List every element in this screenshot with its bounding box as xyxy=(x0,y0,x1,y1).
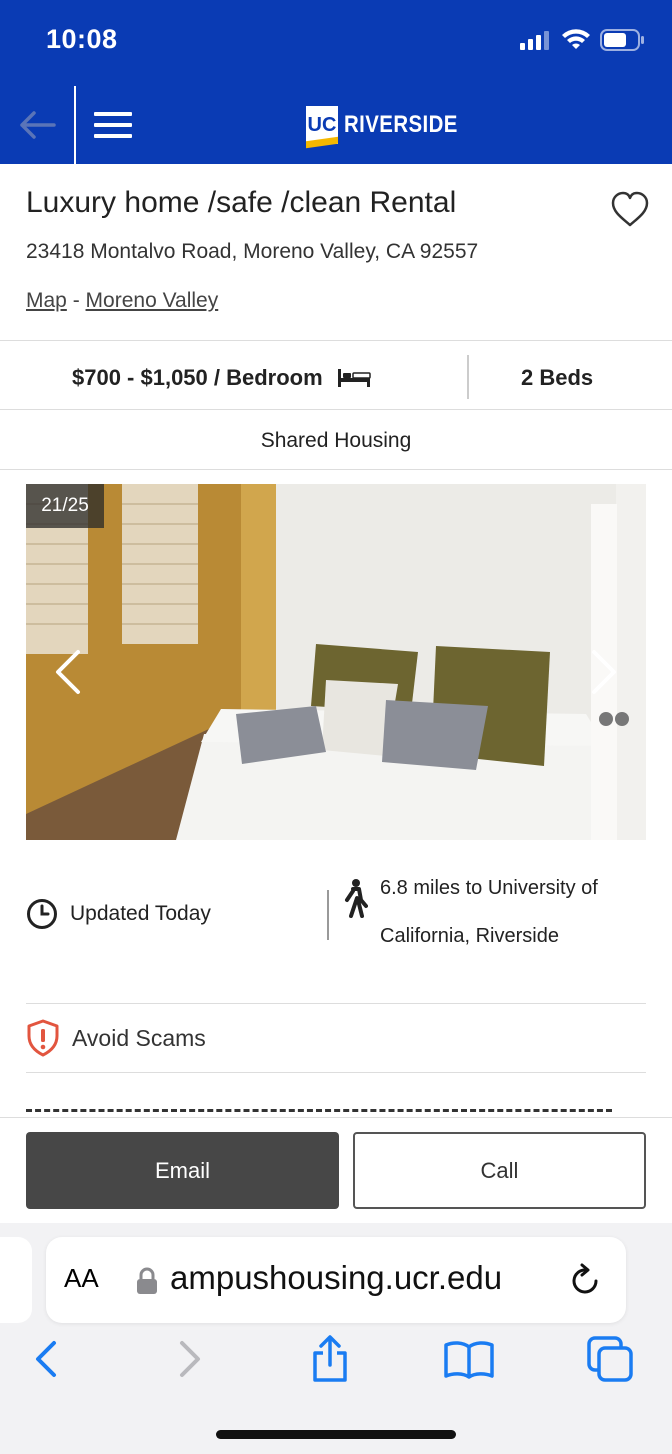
reload-icon[interactable] xyxy=(570,1263,602,1297)
photo-gallery[interactable]: 21/25 xyxy=(26,484,646,840)
signal-icon xyxy=(520,31,549,50)
price-divider xyxy=(467,355,469,399)
listing-meta: Updated Today 6.8 miles to University of… xyxy=(26,860,646,1000)
housing-type-row: Shared Housing xyxy=(0,410,672,470)
listing-photo xyxy=(26,484,646,840)
city-link[interactable]: Moreno Valley xyxy=(86,289,219,312)
address-bar[interactable]: AA ampushousing.ucr.edu xyxy=(46,1237,626,1323)
status-time: 10:08 xyxy=(46,24,118,54)
clock-icon xyxy=(27,899,57,929)
menu-icon[interactable] xyxy=(90,106,136,144)
ucr-logo[interactable]: UC RIVERSIDE xyxy=(306,105,478,145)
tabs-button[interactable] xyxy=(582,1331,638,1387)
walking-person-icon xyxy=(345,879,368,918)
price-row: $700 - $1,050 / Bedroom 2 Beds xyxy=(0,340,672,410)
previous-tab-peek[interactable] xyxy=(0,1237,32,1323)
avoid-scams-row[interactable]: Avoid Scams xyxy=(26,1003,646,1073)
dashed-divider xyxy=(26,1109,612,1112)
listing-address: 23418 Montalvo Road, Moreno Valley, CA 9… xyxy=(26,240,479,263)
call-button[interactable]: Call xyxy=(353,1132,646,1209)
browser-nav xyxy=(0,1331,672,1391)
meta-divider xyxy=(327,890,329,940)
browser-toolbar: AA ampushousing.ucr.edu xyxy=(0,1223,672,1454)
contact-bar: Email Call xyxy=(0,1117,672,1223)
tabs-icon xyxy=(587,1336,633,1382)
link-separator: - xyxy=(72,289,80,312)
chevron-right-icon xyxy=(180,1341,200,1377)
distance-text: 6.8 miles to University of California, R… xyxy=(380,877,598,947)
next-photo-icon[interactable] xyxy=(584,644,624,700)
distance-info: 6.8 miles to University of California, R… xyxy=(342,874,642,960)
listing-title: Luxury home /safe /clean Rental xyxy=(26,186,457,219)
email-button[interactable]: Email xyxy=(26,1132,339,1209)
status-icons xyxy=(520,28,646,52)
price-text: $700 - $1,050 / Bedroom xyxy=(72,365,323,390)
previous-photo-icon[interactable] xyxy=(48,644,88,700)
home-indicator xyxy=(216,1430,456,1439)
text-size-button[interactable]: AA xyxy=(64,1263,99,1294)
browser-forward-button[interactable] xyxy=(162,1331,218,1387)
photo-counter: 21/25 xyxy=(26,484,104,528)
housing-type: Shared Housing xyxy=(260,429,412,452)
avoid-scams-link: Avoid Scams xyxy=(72,1024,206,1051)
back-button[interactable] xyxy=(0,86,76,164)
map-links: Map - Moreno Valley xyxy=(26,289,218,313)
brand-mark: UC xyxy=(306,106,338,144)
share-icon xyxy=(313,1335,347,1382)
browser-back-button[interactable] xyxy=(18,1331,74,1387)
bed-icon xyxy=(337,369,371,387)
brand-name: RIVERSIDE xyxy=(344,111,458,138)
battery-icon xyxy=(600,29,644,51)
beds-count: 2 Beds xyxy=(521,365,594,390)
status-bar: 10:08 xyxy=(0,0,672,86)
updated-text: Updated Today xyxy=(70,902,211,925)
back-arrow-icon xyxy=(20,111,56,139)
wifi-icon xyxy=(562,29,590,49)
chevron-left-icon xyxy=(36,1341,56,1377)
share-button[interactable] xyxy=(302,1331,358,1387)
updated-status: Updated Today xyxy=(26,898,211,930)
url-text[interactable]: ampushousing.ucr.edu xyxy=(170,1259,555,1297)
favorite-button[interactable] xyxy=(610,190,650,230)
shield-alert-icon xyxy=(27,1019,59,1057)
bookmarks-button[interactable] xyxy=(441,1331,497,1387)
map-link[interactable]: Map xyxy=(26,289,67,312)
bookmarks-icon xyxy=(444,1341,494,1379)
price-range: $700 - $1,050 / Bedroom xyxy=(72,365,371,391)
heart-icon xyxy=(611,191,649,227)
lock-icon xyxy=(137,1267,157,1294)
app-header: UC RIVERSIDE xyxy=(0,86,672,164)
